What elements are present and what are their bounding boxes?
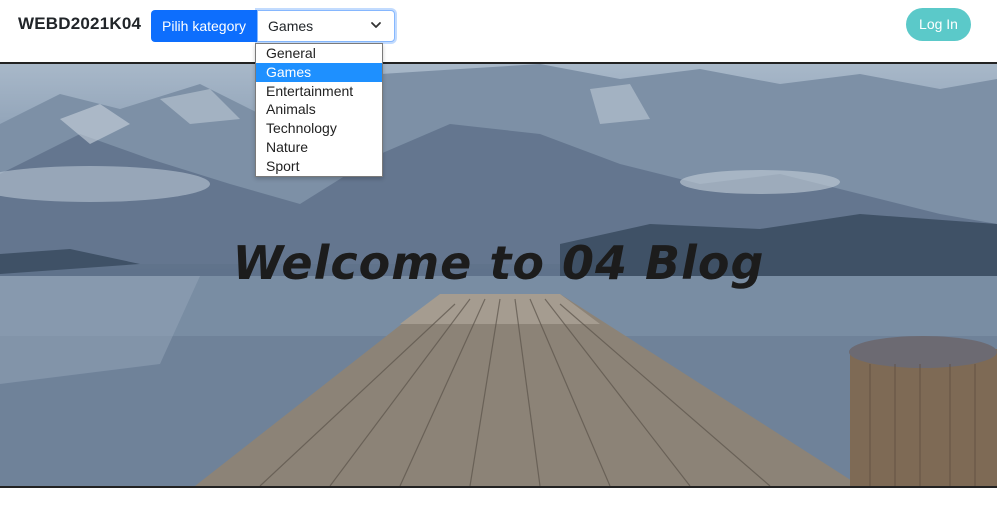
login-button[interactable]: Log In <box>906 8 971 41</box>
category-option-general[interactable]: General <box>256 44 382 63</box>
brand-logo[interactable]: WEBD2021K04 <box>18 14 141 34</box>
hero-title: Welcome to 04 Blog <box>232 236 765 290</box>
category-option-games[interactable]: Games <box>256 62 382 82</box>
category-label: Pilih kategory <box>151 10 258 42</box>
category-option-entertainment[interactable]: Entertainment <box>256 82 382 101</box>
category-option-nature[interactable]: Nature <box>256 138 382 157</box>
navbar: WEBD2021K04 Pilih kategory Games Log In <box>0 0 997 62</box>
category-option-animals[interactable]: Animals <box>256 100 382 119</box>
category-selector: Pilih kategory Games <box>151 10 396 42</box>
category-option-technology[interactable]: Technology <box>256 119 382 138</box>
hero-banner: Welcome to 04 Blog <box>0 62 997 488</box>
category-dropdown-list: General Games Entertainment Animals Tech… <box>255 43 383 177</box>
category-option-sport[interactable]: Sport <box>256 157 382 176</box>
category-select[interactable]: Games <box>257 10 396 42</box>
chevron-down-icon <box>371 22 381 28</box>
category-select-value: Games <box>268 18 314 34</box>
